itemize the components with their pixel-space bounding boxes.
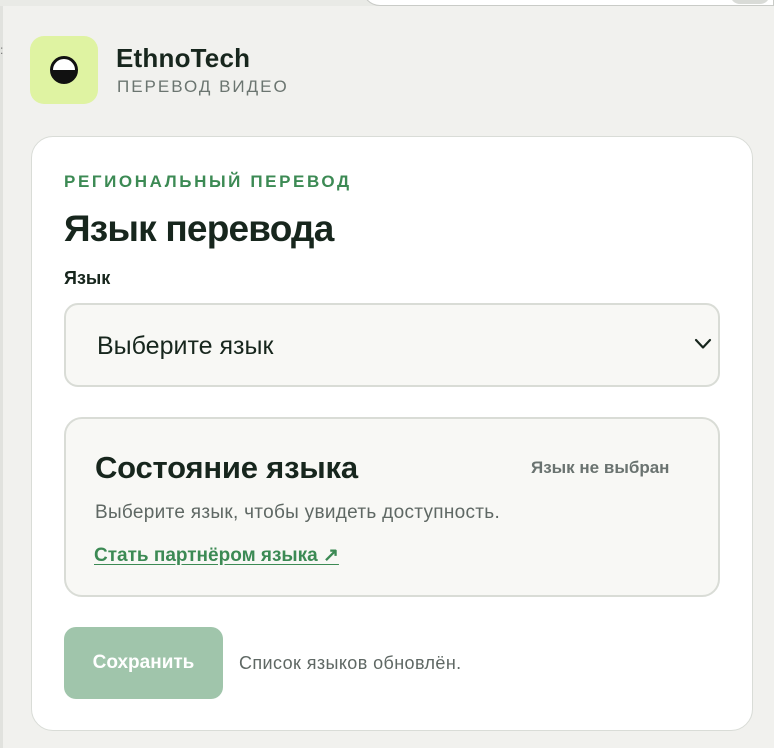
left-edge-glyph: : [0,43,4,57]
status-badge: Язык не выбран [531,458,670,477]
language-status-title: Состояние языка [95,450,358,485]
save-button[interactable]: Сохранить [64,627,223,699]
become-language-partner-link[interactable]: Стать партнёром языка ↗ [94,544,339,567]
app-logo [30,36,98,104]
page-title: Язык перевода [64,208,334,249]
half-moon-icon [50,56,78,84]
brand-subtitle: ПЕРЕВОД ВИДЕО [117,77,289,96]
footer-status-text: Список языков обновлён. [239,653,462,673]
window-left-edge [0,6,3,748]
chevron-down-icon [694,338,712,349]
brand-name: EthnoTech [116,43,251,73]
language-field-label: Язык [64,268,111,288]
language-select[interactable]: Выберите язык [64,303,720,387]
language-status-description: Выберите язык, чтобы увидеть доступность… [95,502,501,523]
browser-omnibox-edge [362,0,774,6]
language-select-value: Выберите язык [97,332,274,360]
section-eyebrow: РЕГИОНАЛЬНЫЙ ПЕРЕВОД [64,172,352,191]
